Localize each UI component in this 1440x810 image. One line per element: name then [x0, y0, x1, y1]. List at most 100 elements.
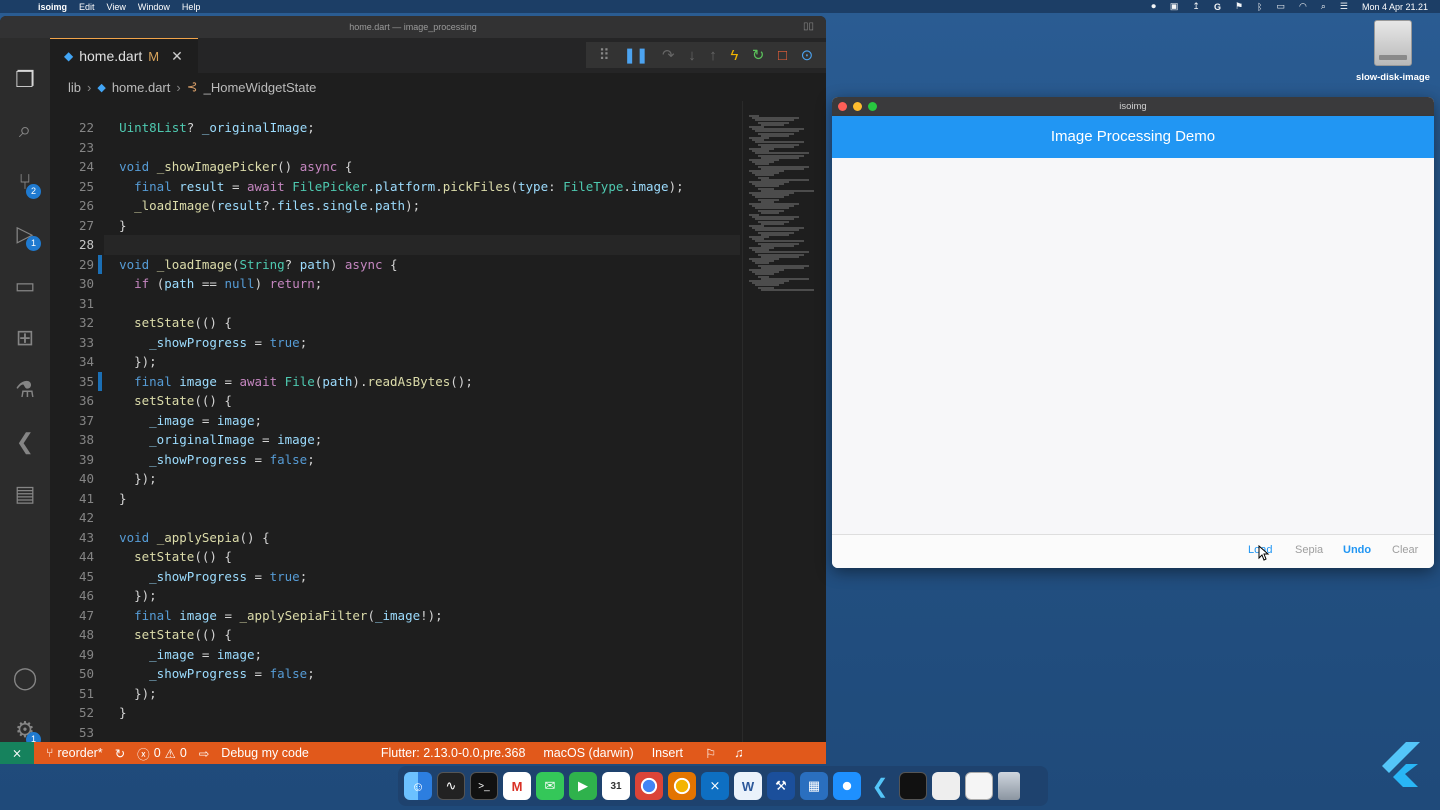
line-number: 27 [78, 217, 94, 233]
extensions-icon[interactable]: ⊞ [0, 318, 50, 358]
menu-view[interactable]: View [107, 2, 126, 12]
search-icon[interactable]: ⌕ [1321, 1, 1326, 12]
flutter-app-window: isoimg Image Processing Demo Load Sepia … [832, 97, 1434, 568]
safari-icon[interactable] [833, 772, 861, 800]
breadcrumb-lib[interactable]: lib [68, 80, 81, 95]
restart-icon[interactable]: ↻ [752, 46, 765, 64]
xcode-icon[interactable]: ⚒ [767, 772, 795, 800]
flag-icon[interactable]: ⚑ [1235, 1, 1243, 12]
accounts-icon[interactable]: ◯ [0, 658, 50, 698]
undo-button[interactable]: Undo [1343, 544, 1371, 556]
status-debug-config[interactable]: Debug my code [221, 746, 309, 760]
line-number: 31 [78, 295, 94, 311]
control-center-icon[interactable]: ☰ [1340, 1, 1348, 12]
finder-window-icon[interactable] [932, 772, 960, 800]
line-number: 49 [78, 646, 94, 662]
document-icon[interactable] [965, 772, 993, 800]
screen-icon[interactable] [899, 772, 927, 800]
code-line: _image = image; [149, 646, 263, 662]
facetime-icon[interactable]: ▶ [569, 772, 597, 800]
desktop-disk-icon[interactable]: slow-disk-image [1350, 20, 1436, 90]
vscode-icon[interactable]: ⨯ [701, 772, 729, 800]
menu-clock[interactable]: Mon 4 Apr 21.21 [1362, 2, 1428, 12]
code-line: setState(() { [134, 549, 232, 564]
layout-icon[interactable]: ▯▯ [803, 16, 814, 38]
code-line: }); [104, 685, 157, 701]
pause-icon[interactable]: ❚❚ [623, 46, 648, 64]
code-line: void _applySepia() { [119, 529, 270, 545]
status-flutter-version[interactable]: Flutter: 2.13.0-0.0.pre.368 [381, 746, 526, 760]
record-icon[interactable]: ⏺ [1151, 1, 1156, 12]
breadcrumb-symbol[interactable]: _HomeWidgetState [204, 80, 317, 95]
bell-icon[interactable]: ♫ [734, 746, 743, 760]
google-icon[interactable]: G [1214, 2, 1221, 12]
sync-icon[interactable]: ↻ [115, 746, 125, 761]
menu-app-name[interactable]: isoimg [38, 2, 67, 12]
code-editor[interactable]: Uint8List? _originalImage; void _showIma… [104, 101, 740, 742]
step-into-icon[interactable]: ↓ [688, 47, 696, 64]
line-number: 41 [78, 490, 94, 506]
calendar-icon[interactable]: 31 [602, 772, 630, 800]
menu-help[interactable]: Help [182, 2, 201, 12]
testing-icon[interactable]: ⚗ [0, 370, 50, 410]
zoom-window-icon[interactable] [868, 102, 877, 111]
flutter-logo-icon [1382, 742, 1420, 787]
line-number: 46 [78, 588, 94, 603]
minimap-line [761, 222, 784, 225]
code-line: _image = image; [149, 412, 263, 428]
warning-icon: ⚠ [164, 746, 176, 761]
menu-edit[interactable]: Edit [79, 2, 95, 12]
status-warnings[interactable]: 0 [180, 746, 187, 760]
menu-window[interactable]: Window [138, 2, 170, 12]
chrome-icon[interactable] [635, 772, 663, 800]
flutter-icon[interactable]: ❮ [0, 422, 50, 462]
close-window-icon[interactable] [838, 102, 847, 111]
preview-icon[interactable]: ▦ [800, 772, 828, 800]
line-number: 22 [78, 120, 94, 135]
feedback-icon[interactable]: ⚐ [705, 746, 716, 761]
clear-button[interactable]: Clear [1392, 544, 1418, 556]
status-errors[interactable]: 0 [154, 746, 161, 760]
chrome-canary-icon[interactable] [668, 772, 696, 800]
status-mode[interactable]: Insert [652, 746, 683, 760]
step-out-icon[interactable]: ↑ [709, 47, 717, 64]
flux-icon[interactable]: ↥ [1192, 1, 1200, 12]
close-icon[interactable]: ✕ [171, 48, 183, 65]
sepia-button[interactable]: Sepia [1295, 544, 1323, 556]
terminal-icon[interactable]: >_ [470, 772, 498, 800]
cast-icon[interactable]: ▣ [1170, 1, 1179, 12]
mouse-cursor-icon [1258, 545, 1270, 561]
stop-icon[interactable]: □ [778, 47, 787, 64]
devtools-icon[interactable]: ⊙ [801, 46, 814, 64]
remote-icon[interactable]: ⨯ [0, 742, 34, 764]
activity-monitor-icon[interactable]: ∿ [437, 772, 465, 800]
line-number: 33 [78, 334, 94, 350]
tab-home-dart[interactable]: ◆ home.dart M ✕ [50, 38, 198, 73]
step-over-icon[interactable]: ↷ [662, 46, 675, 64]
wifi-icon[interactable]: ◠ [1299, 1, 1307, 12]
status-device[interactable]: macOS (darwin) [543, 746, 633, 760]
source-control-badge: 2 [26, 184, 41, 199]
breadcrumb-file[interactable]: home.dart [112, 80, 171, 95]
finder-icon[interactable]: ☺ [404, 772, 432, 800]
minimap[interactable] [742, 101, 826, 742]
search-icon[interactable]: ⌕ [0, 110, 50, 150]
folders-icon[interactable]: ▤ [0, 474, 50, 514]
remote-explorer-icon[interactable]: ▭ [0, 266, 50, 306]
gmail-icon[interactable]: M [503, 772, 531, 800]
messages-icon[interactable]: ✉ [536, 772, 564, 800]
flutter-icon[interactable]: ❮ [866, 772, 894, 800]
line-number: 50 [78, 666, 94, 681]
run-debug-icon[interactable]: ▷ 1 [0, 214, 50, 254]
battery-icon[interactable]: ▭ [1276, 1, 1285, 12]
status-branch[interactable]: reorder* [58, 746, 103, 760]
bluetooth-icon[interactable]: ᛒ [1257, 2, 1262, 12]
hot-reload-icon[interactable]: ϟ [730, 47, 738, 64]
source-control-icon[interactable]: ⑂ 2 [0, 162, 50, 202]
minimap-line [761, 288, 814, 291]
trash-icon[interactable] [998, 772, 1020, 800]
minimize-window-icon[interactable] [853, 102, 862, 111]
drag-handle-icon[interactable]: ⠿ [599, 46, 610, 64]
explorer-icon[interactable]: ❐ [0, 60, 50, 100]
word-icon[interactable]: W [734, 772, 762, 800]
